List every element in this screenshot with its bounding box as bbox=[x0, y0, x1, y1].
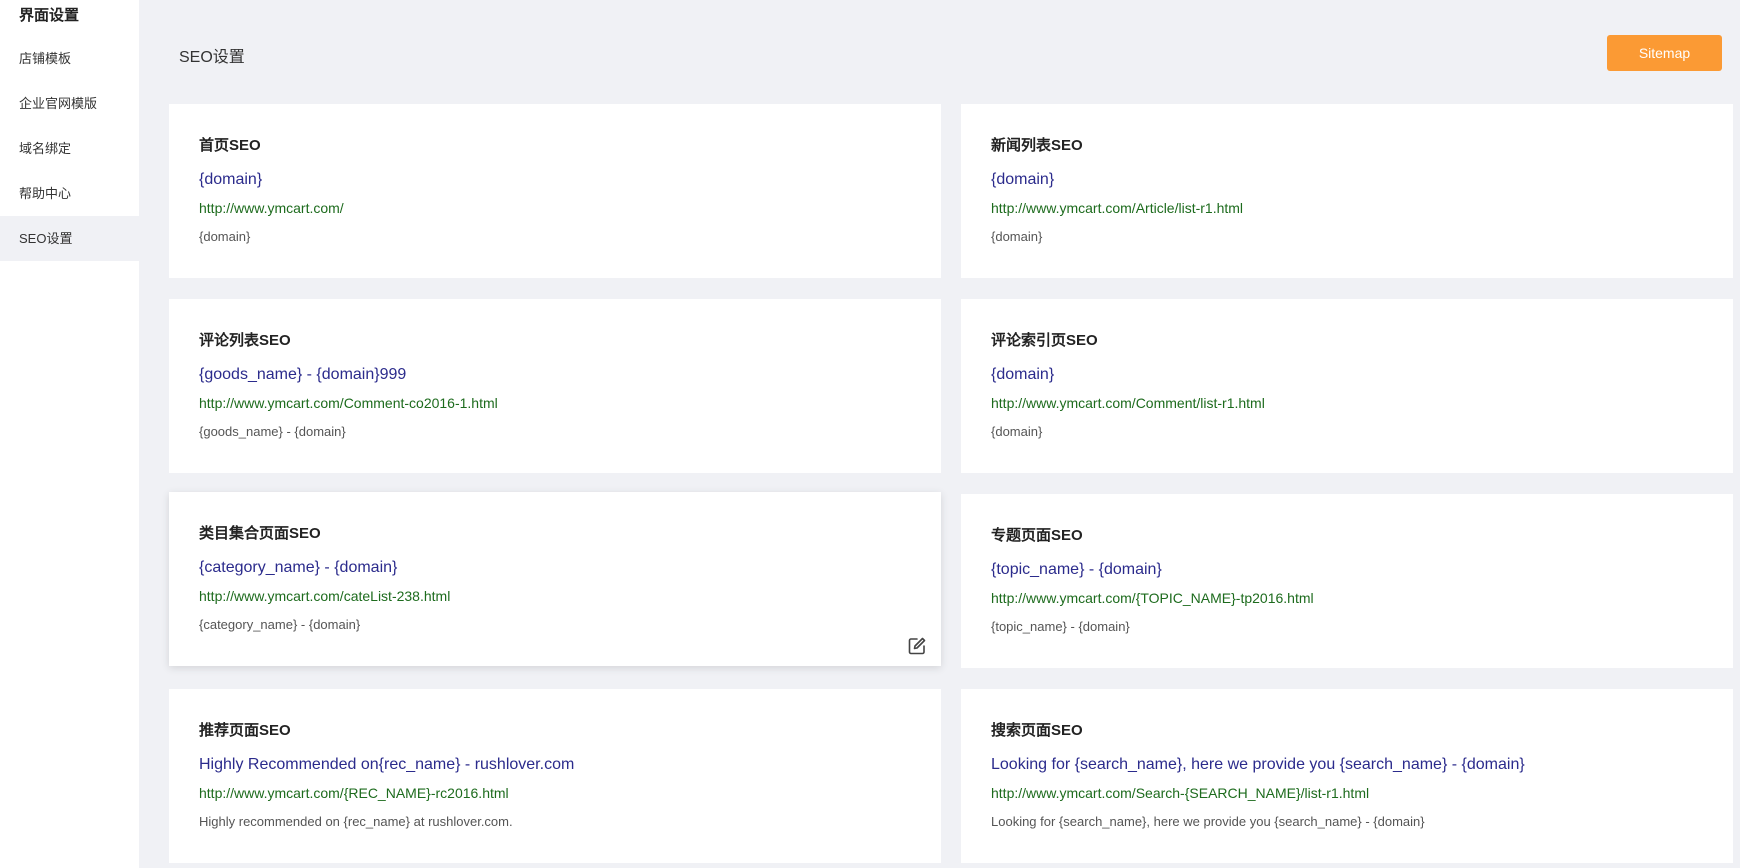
sitemap-button[interactable]: Sitemap bbox=[1607, 35, 1722, 71]
seo-card-news-list[interactable]: 新闻列表SEO {domain} http://www.ymcart.com/A… bbox=[961, 104, 1733, 278]
seo-card-comment-list[interactable]: 评论列表SEO {goods_name} - {domain}999 http:… bbox=[169, 299, 941, 473]
card-seo-title: {domain} bbox=[991, 171, 1055, 188]
card-seo-title: Looking for {search_name}, here we provi… bbox=[991, 756, 1525, 773]
card-title: 首页SEO bbox=[199, 137, 261, 154]
sidebar-item-domain-binding[interactable]: 域名绑定 bbox=[0, 126, 139, 171]
page-header: SEO设置 Sitemap bbox=[139, 0, 1740, 104]
card-url: http://www.ymcart.com/ bbox=[199, 200, 344, 216]
card-seo-title: {category_name} - {domain} bbox=[199, 559, 398, 576]
card-url: http://www.ymcart.com/Comment/list-r1.ht… bbox=[991, 395, 1265, 411]
card-url: http://www.ymcart.com/Comment-co2016-1.h… bbox=[199, 395, 498, 411]
main-content: SEO设置 Sitemap 首页SEO {domain} http://www.… bbox=[139, 0, 1740, 868]
card-description: {domain} bbox=[991, 229, 1043, 244]
card-description: Highly recommended on {rec_name} at rush… bbox=[199, 814, 513, 829]
sidebar-item-enterprise-template[interactable]: 企业官网模版 bbox=[0, 81, 139, 126]
card-description: {topic_name} - {domain} bbox=[991, 619, 1130, 634]
card-url: http://www.ymcart.com/{REC_NAME}-rc2016.… bbox=[199, 785, 509, 801]
card-title: 新闻列表SEO bbox=[991, 137, 1083, 154]
seo-card-search[interactable]: 搜索页面SEO Looking for {search_name}, here … bbox=[961, 689, 1733, 863]
seo-card-topic[interactable]: 专题页面SEO {topic_name} - {domain} http://w… bbox=[961, 494, 1733, 668]
card-title: 评论索引页SEO bbox=[991, 332, 1098, 349]
sidebar-item-shop-template[interactable]: 店铺模板 bbox=[0, 36, 139, 81]
page-title: SEO设置 bbox=[179, 49, 245, 66]
card-title: 专题页面SEO bbox=[991, 527, 1083, 544]
card-description: {domain} bbox=[199, 229, 251, 244]
card-description: Looking for {search_name}, here we provi… bbox=[991, 814, 1425, 829]
card-url: http://www.ymcart.com/cateList-238.html bbox=[199, 588, 451, 604]
seo-card-comment-index[interactable]: 评论索引页SEO {domain} http://www.ymcart.com/… bbox=[961, 299, 1733, 473]
card-description: {category_name} - {domain} bbox=[199, 617, 361, 632]
card-title: 推荐页面SEO bbox=[199, 722, 291, 739]
sidebar-item-seo-settings[interactable]: SEO设置 bbox=[0, 216, 139, 261]
card-url: http://www.ymcart.com/{TOPIC_NAME}-tp201… bbox=[991, 590, 1314, 606]
card-seo-title: {goods_name} - {domain}999 bbox=[199, 366, 407, 383]
edit-icon[interactable] bbox=[907, 636, 927, 656]
app: 界面设置 店铺模板 企业官网模版 域名绑定 帮助中心 SEO设置 SEO设置 S… bbox=[0, 0, 1740, 868]
card-description: {domain} bbox=[991, 424, 1043, 439]
sidebar: 界面设置 店铺模板 企业官网模版 域名绑定 帮助中心 SEO设置 bbox=[0, 0, 139, 868]
seo-card-recommend[interactable]: 推荐页面SEO Highly Recommended on{rec_name} … bbox=[169, 689, 941, 863]
card-title: 评论列表SEO bbox=[199, 332, 291, 349]
card-seo-title: Highly Recommended on{rec_name} - rushlo… bbox=[199, 756, 575, 773]
sidebar-title: 界面设置 bbox=[19, 7, 80, 24]
card-seo-title: {domain} bbox=[991, 366, 1055, 383]
sidebar-item-help-center[interactable]: 帮助中心 bbox=[0, 171, 139, 216]
card-url: http://www.ymcart.com/Article/list-r1.ht… bbox=[991, 200, 1244, 216]
card-seo-title: {domain} bbox=[199, 171, 263, 188]
card-url: http://www.ymcart.com/Search-{SEARCH_NAM… bbox=[991, 785, 1370, 801]
card-seo-title: {topic_name} - {domain} bbox=[991, 561, 1162, 578]
seo-card-category-collection[interactable]: 类目集合页面SEO {category_name} - {domain} htt… bbox=[169, 492, 941, 666]
card-title: 类目集合页面SEO bbox=[199, 525, 321, 542]
card-description: {goods_name} - {domain} bbox=[199, 424, 346, 439]
card-title: 搜索页面SEO bbox=[991, 722, 1083, 739]
seo-card-home[interactable]: 首页SEO {domain} http://www.ymcart.com/ {d… bbox=[169, 104, 941, 278]
